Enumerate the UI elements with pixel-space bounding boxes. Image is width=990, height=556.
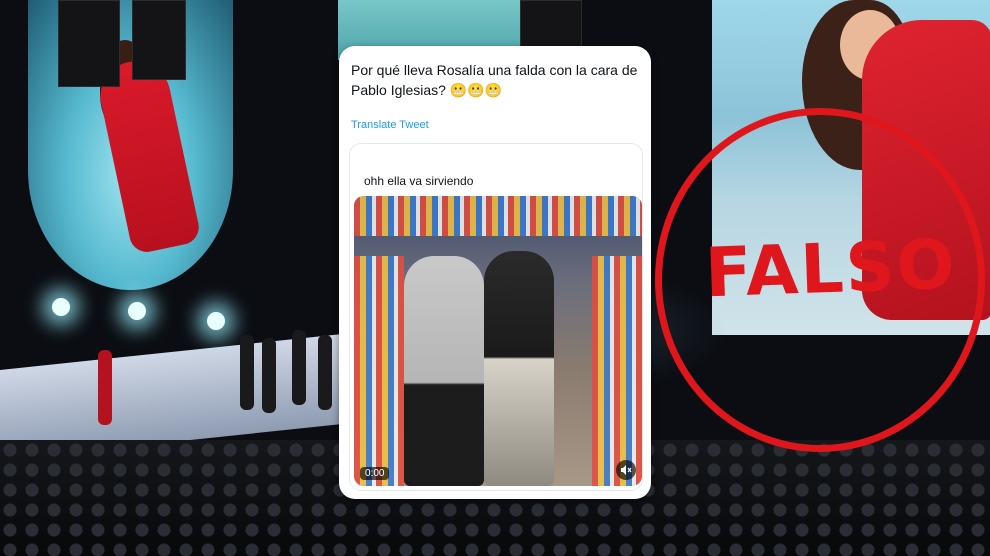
speaker-stack <box>520 0 582 47</box>
video-player[interactable]: 0:00 <box>354 196 642 486</box>
person-left <box>404 256 484 486</box>
store-shelf <box>592 256 642 486</box>
store-shelf <box>354 256 404 486</box>
dancer <box>318 335 332 410</box>
tweet-card[interactable]: Por qué lleva Rosalía una falda con la c… <box>339 46 651 499</box>
speaker-muted-icon <box>621 465 632 475</box>
quoted-tweet[interactable]: ohh ella va sirviendo 0:00 <box>349 143 643 491</box>
video-duration: 0:00 <box>360 467 390 480</box>
tweet-text: Por qué lleva Rosalía una falda con la c… <box>351 62 638 98</box>
dancer <box>240 335 254 410</box>
dancer <box>262 338 276 413</box>
person-right <box>484 251 554 486</box>
dancer <box>292 330 306 405</box>
stage-light <box>52 298 70 316</box>
store-shelf <box>354 196 642 236</box>
stage-light <box>207 312 225 330</box>
dancer <box>98 350 112 425</box>
translate-tweet-link[interactable]: Translate Tweet <box>351 119 429 131</box>
speaker-stack <box>132 0 186 80</box>
stage-light <box>128 302 146 320</box>
falso-stamp-label: FALSO <box>703 225 958 314</box>
speaker-stack <box>58 0 120 87</box>
mute-button[interactable] <box>616 460 636 480</box>
quoted-tweet-text: ohh ella va sirviendo <box>364 174 474 188</box>
